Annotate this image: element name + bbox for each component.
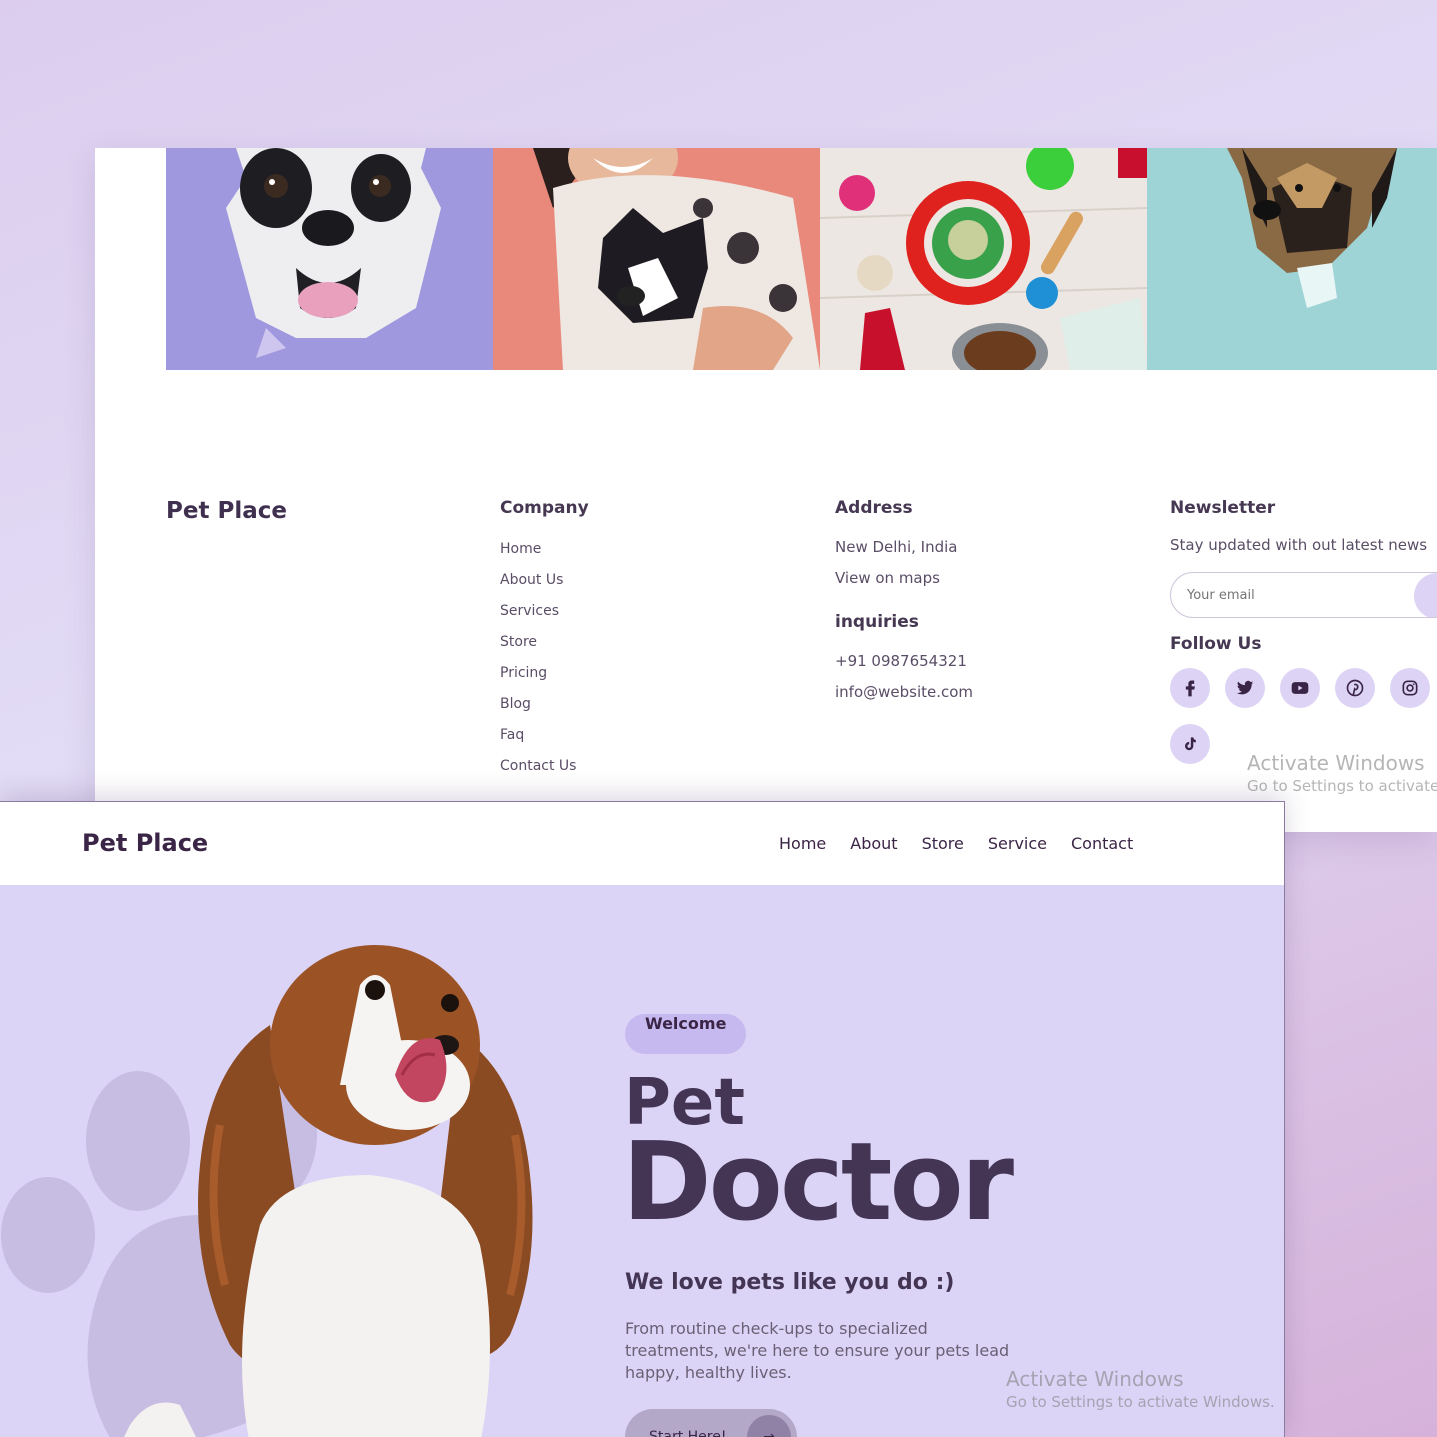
gallery-image-woman-dog[interactable] [493, 148, 820, 370]
facebook-icon [1185, 680, 1195, 697]
phone-number[interactable]: +91 0987654321 [835, 652, 973, 683]
gallery-image-shepherd[interactable] [1147, 148, 1437, 370]
company-links: Home About Us Services Store Pricing Blo… [500, 540, 589, 788]
gallery-image-toys[interactable] [820, 148, 1147, 370]
bulldog-photo [166, 148, 493, 370]
pinterest-icon [1346, 679, 1364, 697]
pinterest-button[interactable] [1335, 668, 1375, 708]
top-navbar: Pet Place Home About Store Service Conta… [0, 802, 1284, 885]
twitter-button[interactable] [1225, 668, 1265, 708]
newsletter-email-input[interactable] [1171, 573, 1371, 617]
footer-link-contact[interactable]: Contact Us [500, 757, 589, 788]
email-address[interactable]: info@website.com [835, 683, 973, 714]
footer-link-services[interactable]: Services [500, 602, 589, 633]
footer-brand[interactable]: Pet Place [166, 498, 287, 524]
hero-tagline: We love pets like you do :) [625, 1270, 955, 1295]
footer-link-pricing[interactable]: Pricing [500, 664, 589, 695]
watermark-title: Activate Windows [1006, 1367, 1184, 1391]
activate-windows-watermark-back: Activate Windows Go to Settings to activ… [1247, 751, 1437, 795]
nav-link-contact[interactable]: Contact [1071, 834, 1133, 853]
tiktok-button[interactable] [1170, 724, 1210, 764]
arrow-right-icon: → [747, 1415, 791, 1437]
footer-company-column: Company Home About Us Services Store Pri… [500, 498, 589, 788]
view-on-maps-link[interactable]: View on maps [835, 569, 973, 600]
welcome-badge: Welcome [625, 1014, 747, 1054]
newsletter-heading: Newsletter [1170, 498, 1276, 518]
tiktok-icon [1185, 737, 1196, 751]
follow-heading: Follow Us [1170, 634, 1262, 654]
gallery-image-bulldog[interactable] [166, 148, 493, 370]
hero-section: Welcome Pet Doctor We love pets like you… [0, 885, 1284, 1437]
nav-link-service[interactable]: Service [988, 834, 1047, 853]
newsletter-submit-button[interactable]: → [1414, 573, 1437, 617]
footer-address-column: Address New Delhi, India View on maps in… [835, 498, 973, 714]
newsletter-text: Stay updated with out latest news [1170, 536, 1428, 554]
nav-link-about[interactable]: About [850, 834, 897, 853]
footer-link-home[interactable]: Home [500, 540, 589, 571]
activate-windows-watermark-front: Activate Windows Go to Settings to activ… [1006, 1367, 1275, 1411]
youtube-button[interactable] [1280, 668, 1320, 708]
watermark-title: Activate Windows [1247, 751, 1425, 775]
watermark-subtitle: Go to Settings to activate W [1247, 777, 1437, 795]
watermark-subtitle: Go to Settings to activate Windows. [1006, 1393, 1275, 1411]
footer-link-about[interactable]: About Us [500, 571, 589, 602]
newsletter-form: → [1170, 572, 1437, 618]
facebook-button[interactable] [1170, 668, 1210, 708]
inquiries-heading: inquiries [835, 612, 919, 632]
hero-title-line2: Doctor [622, 1120, 1014, 1245]
shepherd-dog-photo [1147, 148, 1437, 370]
address-heading: Address [835, 498, 913, 518]
cta-label: Start Here! [649, 1429, 727, 1437]
photo-gallery [166, 148, 1437, 370]
instagram-button[interactable] [1390, 668, 1430, 708]
nav-link-store[interactable]: Store [922, 834, 964, 853]
nav-links: Home About Store Service Contact [779, 834, 1157, 853]
footer-newsletter-column: Newsletter Stay updated with out latest … [1170, 498, 1437, 780]
youtube-icon [1291, 682, 1309, 694]
instagram-icon [1402, 680, 1418, 696]
nav-link-home[interactable]: Home [779, 834, 826, 853]
cavalier-spaniel-photo [124, 945, 533, 1437]
footer-link-faq[interactable]: Faq [500, 726, 589, 757]
hero-description: From routine check-ups to specialized tr… [625, 1319, 1010, 1382]
footer-page-screenshot: Pet Place Company Home About Us Services… [95, 148, 1437, 832]
footer-link-store[interactable]: Store [500, 633, 589, 664]
start-here-button[interactable]: Start Here! → [625, 1409, 797, 1437]
footer-link-blog[interactable]: Blog [500, 695, 589, 726]
address-city: New Delhi, India [835, 538, 958, 556]
nav-brand[interactable]: Pet Place [82, 829, 208, 857]
hero-page-screenshot: Pet Place Home About Store Service Conta… [0, 801, 1285, 1437]
woman-holding-dog-photo [493, 148, 820, 370]
twitter-icon [1236, 680, 1254, 695]
company-heading: Company [500, 498, 589, 518]
pet-toys-photo [820, 148, 1147, 370]
